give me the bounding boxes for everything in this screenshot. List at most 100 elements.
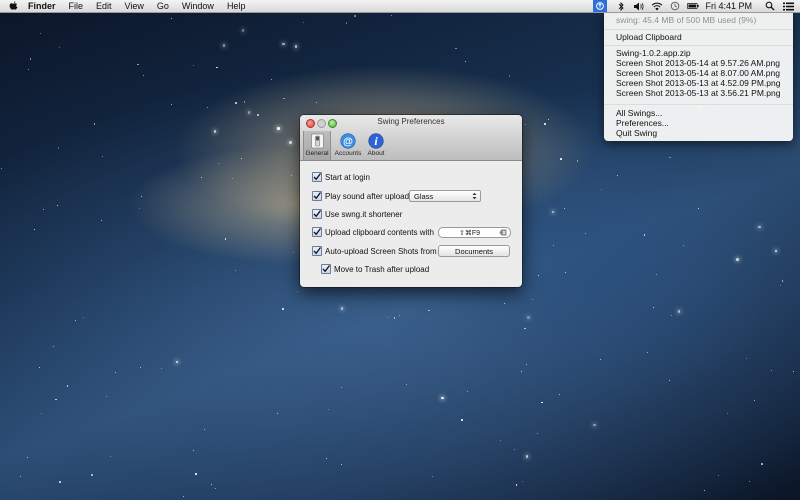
switch-icon [309, 132, 326, 149]
tab-about[interactable]: i About [365, 131, 387, 160]
auto-upload-label: Auto-upload Screen Shots from [325, 246, 437, 256]
move-to-trash-row[interactable]: Move to Trash after upload [321, 263, 429, 275]
star [593, 423, 596, 427]
star [736, 258, 739, 261]
star [643, 234, 646, 236]
star [215, 487, 217, 489]
star [101, 220, 103, 221]
star [83, 317, 85, 319]
menu-view[interactable]: View [125, 0, 144, 12]
star [576, 160, 579, 162]
star [431, 475, 434, 478]
menu-edit[interactable]: Edit [96, 0, 112, 12]
star [138, 207, 141, 210]
bluetooth-icon[interactable] [615, 1, 627, 11]
apple-menu-icon[interactable] [8, 1, 18, 11]
upload-clipboard-row[interactable]: Upload clipboard contents with [312, 226, 434, 238]
star [222, 44, 226, 47]
recent-file-item[interactable]: Screen Shot 2013-05-13 at 4.52.09 PM.png [616, 78, 780, 88]
star [290, 175, 292, 177]
list-icon[interactable] [782, 1, 794, 11]
auto-upload-row[interactable]: Auto-upload Screen Shots from [312, 245, 437, 257]
star [91, 474, 93, 476]
star [558, 394, 560, 396]
menu-help[interactable]: Help [227, 0, 246, 12]
search-icon[interactable] [764, 1, 776, 11]
time-machine-icon[interactable] [669, 1, 681, 11]
menu-go[interactable]: Go [157, 0, 169, 12]
star [508, 75, 511, 77]
star [106, 396, 108, 398]
star [139, 367, 141, 369]
all-swings-item[interactable]: All Swings... [616, 108, 662, 118]
auto-upload-checkbox[interactable] [312, 246, 322, 256]
star [758, 225, 761, 229]
star [656, 274, 658, 276]
star [726, 413, 728, 414]
star [669, 156, 671, 159]
window-toolbar[interactable]: Swing Preferences General @ Accounts i A… [300, 115, 522, 161]
recent-file-item[interactable]: Screen Shot 2013-05-14 at 9.57.26 AM.png [616, 58, 780, 68]
clear-shortcut-icon[interactable] [499, 229, 507, 236]
recent-file-item[interactable]: Screen Shot 2013-05-13 at 3.56.21 PM.png [616, 88, 780, 98]
star [617, 174, 619, 176]
star [243, 101, 246, 103]
star [761, 463, 763, 465]
star [39, 32, 41, 34]
tab-general-label: General [305, 150, 329, 157]
star [53, 346, 54, 348]
star [195, 473, 197, 475]
volume-icon[interactable] [633, 1, 645, 11]
star [536, 433, 538, 435]
svg-text:@: @ [343, 136, 353, 147]
star [600, 189, 602, 191]
start-at-login-row[interactable]: Start at login [312, 171, 370, 183]
sound-select[interactable]: Glass [409, 190, 481, 202]
move-to-trash-checkbox[interactable] [321, 264, 331, 274]
menu-file[interactable]: File [69, 0, 84, 12]
folder-button[interactable]: Documents [438, 245, 510, 257]
star [283, 97, 285, 100]
start-at-login-checkbox[interactable] [312, 172, 322, 182]
star [599, 359, 601, 361]
swing-icon[interactable] [593, 0, 608, 12]
battery-icon[interactable] [687, 1, 700, 11]
star [669, 380, 671, 382]
star [792, 370, 794, 372]
upload-clipboard-checkbox[interactable] [312, 227, 322, 237]
star [461, 419, 463, 421]
checkmark-icon [313, 247, 321, 255]
menu-finder[interactable]: Finder [28, 0, 56, 12]
star [563, 208, 565, 210]
star [240, 157, 243, 160]
checkmark-icon [313, 173, 321, 181]
shortcut-recorder-field[interactable]: ⇧⌘F9 [438, 227, 511, 238]
use-shortener-row[interactable]: Use swng.it shortener [312, 208, 402, 220]
preferences-item[interactable]: Preferences... [616, 118, 669, 128]
tab-general[interactable]: General [303, 131, 331, 160]
status-area: Fri 4:41 PM [593, 0, 800, 12]
recent-file-item[interactable]: Screen Shot 2013-05-14 at 8.07.00 AM.png [616, 68, 780, 78]
menu-window[interactable]: Window [182, 0, 214, 12]
star [683, 245, 685, 247]
clock[interactable]: Fri 4:41 PM [705, 1, 752, 11]
star [56, 204, 58, 206]
quit-swing-item[interactable]: Quit Swing [616, 128, 657, 138]
star [55, 398, 57, 401]
upload-clipboard-item[interactable]: Upload Clipboard [616, 32, 682, 42]
star [532, 299, 534, 301]
star [551, 210, 555, 214]
play-sound-checkbox[interactable] [312, 191, 322, 201]
tab-accounts[interactable]: @ Accounts [331, 131, 365, 160]
star [697, 207, 699, 209]
play-sound-row[interactable]: Play sound after upload [312, 190, 409, 202]
star [57, 147, 60, 149]
star [28, 68, 29, 70]
star [677, 310, 680, 313]
star [781, 280, 784, 282]
star [241, 29, 244, 32]
star [520, 370, 522, 372]
recent-file-item[interactable]: Swing-1.0.2.app.zip [616, 48, 691, 58]
use-shortener-checkbox[interactable] [312, 209, 322, 219]
wifi-icon[interactable] [651, 1, 663, 11]
